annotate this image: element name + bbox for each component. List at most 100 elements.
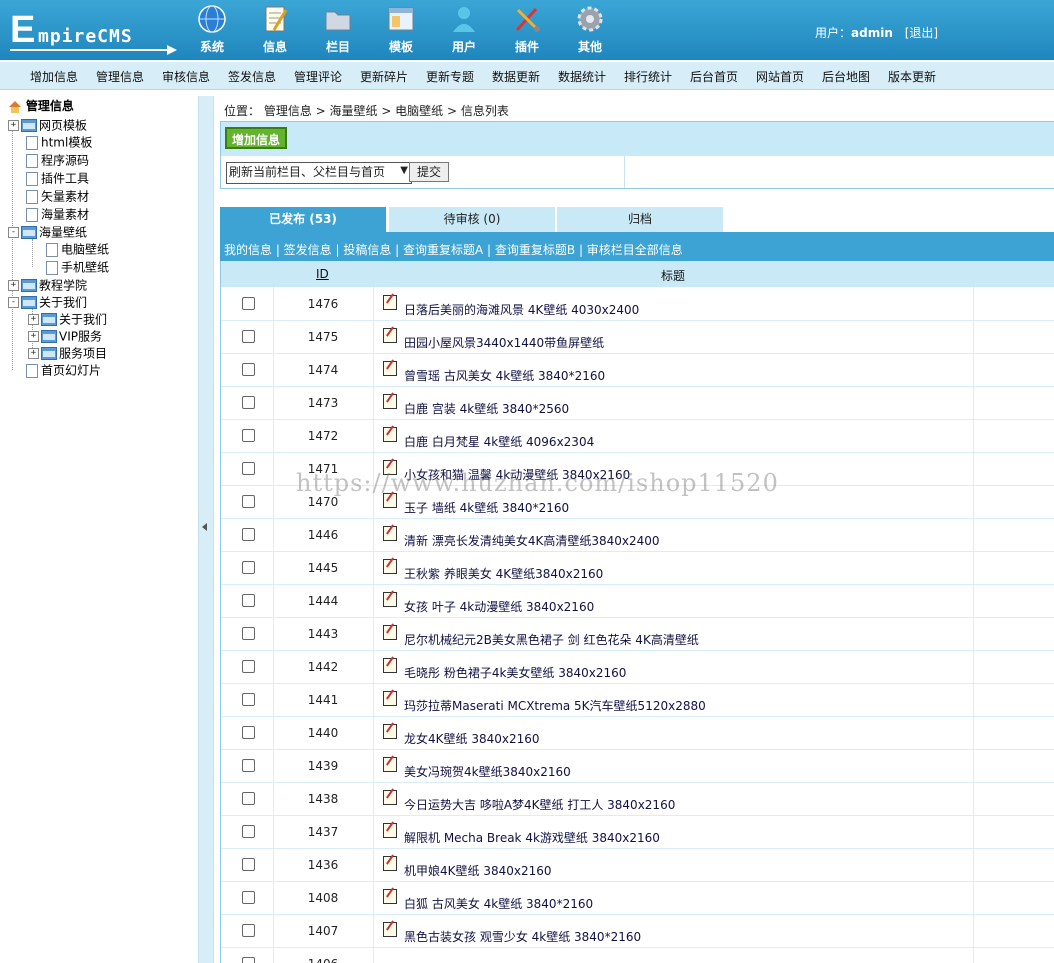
edit-icon[interactable] — [383, 856, 397, 871]
tree-node[interactable]: 程序源码 — [26, 152, 89, 169]
edit-icon[interactable] — [383, 823, 397, 838]
col-id-header[interactable]: ID — [316, 267, 329, 281]
tree-node[interactable]: - 海量壁纸 — [8, 224, 87, 241]
topnav-plugin[interactable]: 插件 — [503, 4, 551, 58]
row-checkbox[interactable] — [242, 396, 255, 409]
subnav-item[interactable]: 后台地图 — [822, 68, 870, 85]
subnav-item[interactable]: 网站首页 — [756, 68, 804, 85]
row-checkbox[interactable] — [242, 924, 255, 937]
filter-links[interactable]: 我的信息 | 签发信息 | 投稿信息 | 查询重复标题A | 查询重复标题B |… — [224, 241, 683, 258]
edit-icon[interactable] — [383, 922, 397, 937]
row-checkbox[interactable] — [242, 759, 255, 772]
row-checkbox[interactable] — [242, 891, 255, 904]
row-title-link[interactable]: 白鹿 白月梵星 4k壁纸 4096x2304 — [404, 433, 594, 450]
row-checkbox[interactable] — [242, 858, 255, 871]
subnav-item[interactable]: 更新碎片 — [360, 68, 408, 85]
row-checkbox[interactable] — [242, 825, 255, 838]
edit-icon[interactable] — [383, 625, 397, 640]
row-title-link[interactable]: 田园小屋风景3440x1440带鱼屏壁纸 — [404, 334, 604, 351]
row-title-link[interactable]: 白鹿 宫装 4k壁纸 3840*2560 — [404, 400, 569, 417]
tree-node[interactable]: - 关于我们 — [8, 294, 87, 311]
row-title-link[interactable]: 美女冯琬贺4k壁纸3840x2160 — [404, 763, 571, 780]
tree-node[interactable]: 首页幻灯片 — [26, 362, 101, 379]
row-checkbox[interactable] — [242, 495, 255, 508]
subnav-item[interactable]: 管理评论 — [294, 68, 342, 85]
row-title-link[interactable]: 清新 漂亮长发清纯美女4K高清壁纸3840x2400 — [404, 532, 660, 549]
edit-icon[interactable] — [383, 526, 397, 541]
row-title-link[interactable]: 日落后美丽的海滩风景 4K壁纸 4030x2400 — [404, 301, 639, 318]
topnav-system[interactable]: 系统 — [188, 4, 236, 58]
edit-icon[interactable] — [383, 592, 397, 607]
tree-node[interactable]: + 关于我们 — [28, 311, 107, 328]
row-checkbox[interactable] — [242, 957, 255, 963]
row-checkbox[interactable] — [242, 429, 255, 442]
topnav-user[interactable]: 用户 — [440, 4, 488, 58]
row-checkbox[interactable] — [242, 462, 255, 475]
edit-icon[interactable] — [383, 889, 397, 904]
edit-icon[interactable] — [383, 328, 397, 343]
collapse-arrow-icon[interactable] — [202, 523, 207, 531]
tab-pending[interactable]: 待审核 (0) — [389, 207, 555, 232]
topnav-template[interactable]: 模板 — [377, 4, 425, 58]
subnav-item[interactable]: 签发信息 — [228, 68, 276, 85]
row-title-link[interactable]: 机甲娘4K壁纸 3840x2160 — [404, 862, 552, 879]
tab-published[interactable]: 已发布 (53) — [220, 207, 386, 232]
panel-splitter[interactable] — [198, 96, 214, 963]
row-title-link[interactable]: 曾雪瑶 古风美女 4k壁纸 3840*2160 — [404, 367, 605, 384]
tree-node[interactable]: 矢量素材 — [26, 188, 89, 205]
row-checkbox[interactable] — [242, 297, 255, 310]
subnav-item[interactable]: 版本更新 — [888, 68, 936, 85]
edit-icon[interactable] — [383, 559, 397, 574]
row-checkbox[interactable] — [242, 528, 255, 541]
expand-toggle[interactable]: + — [28, 348, 39, 359]
edit-icon[interactable] — [383, 295, 397, 310]
edit-icon[interactable] — [383, 658, 397, 673]
expand-toggle[interactable]: + — [28, 314, 39, 325]
expand-toggle[interactable]: + — [8, 280, 19, 291]
topnav-info[interactable]: 信息 — [251, 4, 299, 58]
subnav-item[interactable]: 数据统计 — [558, 68, 606, 85]
empirecms-logo[interactable]: E mpireCMS — [10, 10, 177, 55]
tree-node[interactable]: 手机壁纸 — [46, 259, 109, 276]
subnav-item[interactable]: 更新专题 — [426, 68, 474, 85]
subnav-item[interactable]: 管理信息 — [96, 68, 144, 85]
subnav-item[interactable]: 排行统计 — [624, 68, 672, 85]
row-checkbox[interactable] — [242, 660, 255, 673]
subnav-item[interactable]: 增加信息 — [30, 68, 78, 85]
tree-node[interactable]: + 网页模板 — [8, 117, 87, 134]
edit-icon[interactable] — [383, 790, 397, 805]
edit-icon[interactable] — [383, 394, 397, 409]
row-title-link[interactable]: 解限机 Mecha Break 4k游戏壁纸 3840x2160 — [404, 829, 660, 846]
tree-node[interactable]: 插件工具 — [26, 170, 89, 187]
subnav-item[interactable]: 数据更新 — [492, 68, 540, 85]
edit-icon[interactable] — [383, 757, 397, 772]
tree-root[interactable]: 管理信息 — [8, 98, 74, 114]
row-checkbox[interactable] — [242, 627, 255, 640]
expand-toggle[interactable]: - — [8, 297, 19, 308]
edit-icon[interactable] — [383, 691, 397, 706]
expand-toggle[interactable]: + — [28, 331, 39, 342]
tree-node[interactable]: html模板 — [26, 134, 92, 151]
row-checkbox[interactable] — [242, 693, 255, 706]
tree-node[interactable]: + VIP服务 — [28, 328, 102, 345]
row-title-link[interactable]: 黑色古装女孩 观雪少女 4k壁纸 3840*2160 — [404, 928, 641, 945]
row-title-link[interactable]: 毛晓彤 粉色裙子4k美女壁纸 3840x2160 — [404, 664, 626, 681]
tree-node[interactable]: 电脑壁纸 — [46, 241, 109, 258]
expand-toggle[interactable]: + — [8, 120, 19, 131]
row-title-link[interactable]: 龙女4K壁纸 3840x2160 — [404, 730, 540, 747]
row-title-link[interactable]: 尼尔机械纪元2B美女黑色裙子 剑 红色花朵 4K高清壁纸 — [404, 631, 699, 648]
edit-icon[interactable] — [383, 361, 397, 376]
submit-button[interactable]: 提交 — [409, 162, 449, 182]
subnav-item[interactable]: 审核信息 — [162, 68, 210, 85]
edit-icon[interactable] — [383, 724, 397, 739]
tree-node[interactable]: + 教程学院 — [8, 277, 87, 294]
tree-node[interactable]: + 服务项目 — [28, 345, 107, 362]
logout-link[interactable]: [退出] — [905, 26, 938, 40]
row-title-link[interactable]: 玛莎拉蒂Maserati MCXtrema 5K汽车壁纸5120x2880 — [404, 697, 706, 714]
refresh-select[interactable]: 刷新当前栏目、父栏目与首页 ▼ — [226, 162, 412, 184]
tree-node[interactable]: 海量素材 — [26, 206, 89, 223]
add-info-button[interactable]: 增加信息 — [225, 127, 287, 149]
row-title-link[interactable]: 玉子 墙纸 4k壁纸 3840*2160 — [404, 499, 569, 516]
expand-toggle[interactable]: - — [8, 227, 19, 238]
row-title-link[interactable]: 王秋紫 养眼美女 4K壁纸3840x2160 — [404, 565, 603, 582]
